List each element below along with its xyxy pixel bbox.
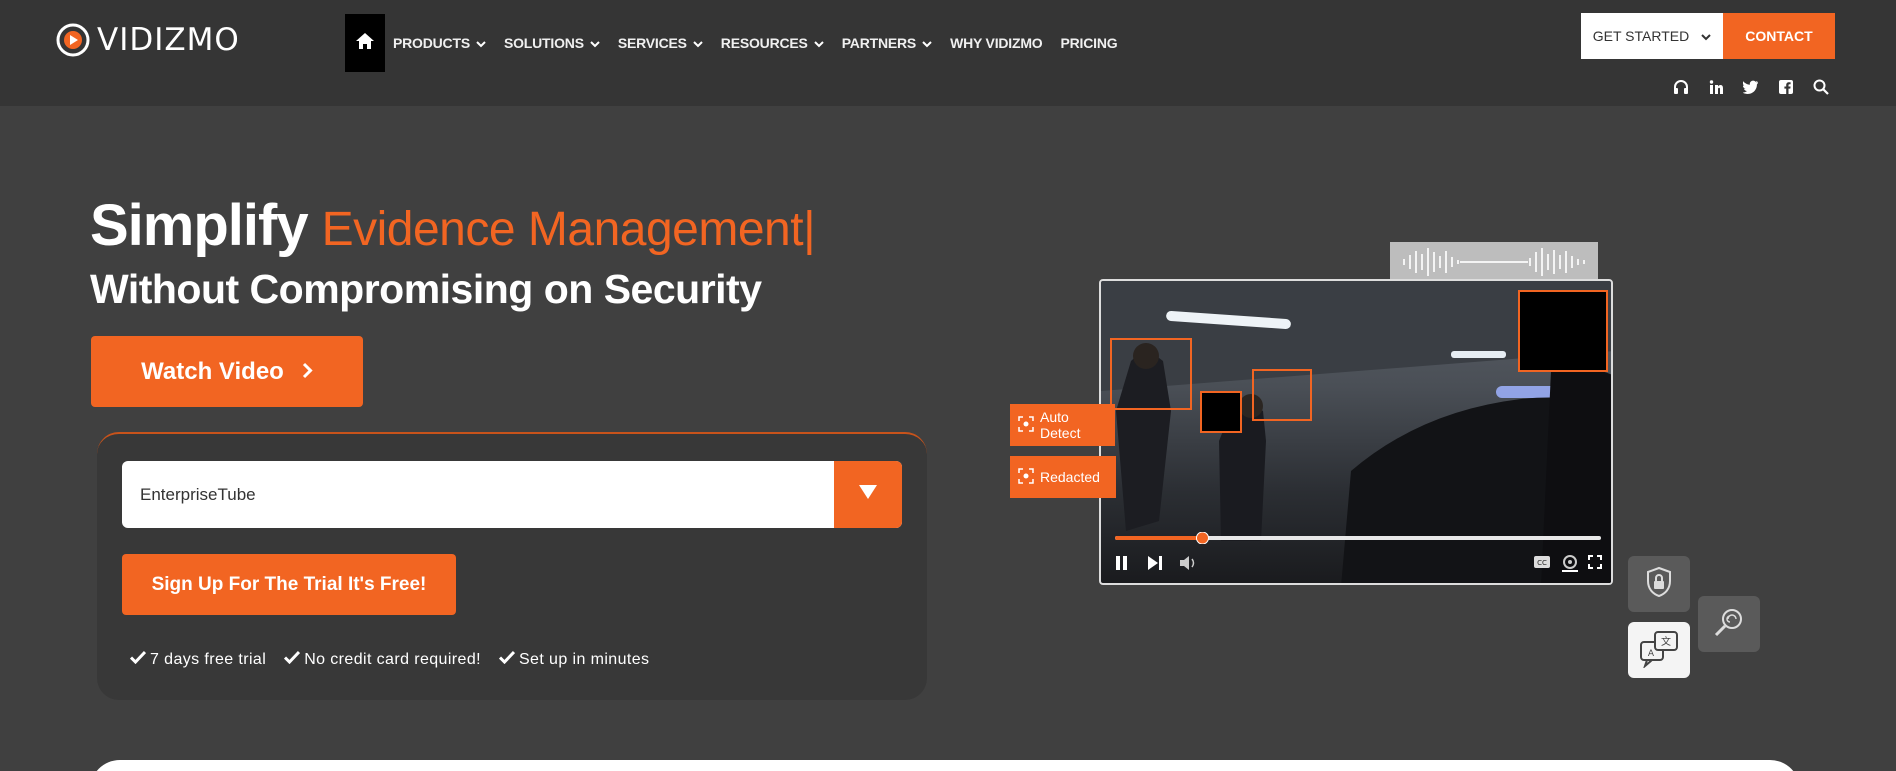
home-icon bbox=[355, 32, 375, 55]
hero-title: Simplify Evidence Management| bbox=[90, 192, 816, 259]
pause-icon[interactable] bbox=[1115, 555, 1129, 576]
fullscreen-icon[interactable] bbox=[1588, 555, 1602, 574]
vidizmo-logo[interactable]: VIDIZMO bbox=[55, 20, 240, 60]
hero-title-accent: Evidence Management| bbox=[321, 203, 816, 256]
nav-services[interactable]: SERVICES bbox=[618, 35, 703, 51]
svg-text:A: A bbox=[1648, 649, 1655, 659]
signup-trial-button[interactable]: Sign Up For The Trial It's Free! bbox=[122, 554, 456, 615]
svg-text:CC: CC bbox=[1537, 559, 1547, 567]
shield-lock-icon bbox=[1639, 562, 1679, 607]
auto-detect-tag: Auto Detect bbox=[1010, 404, 1115, 446]
caret-down-icon bbox=[858, 484, 878, 505]
main-nav: PRODUCTS SOLUTIONS SERVICES RESOURCES PA… bbox=[345, 14, 1135, 72]
facebook-icon[interactable] bbox=[1777, 78, 1795, 96]
translate-icon: 文A bbox=[1637, 628, 1681, 673]
check-icon bbox=[498, 650, 516, 669]
fingerprint-search-icon bbox=[1709, 602, 1749, 647]
trial-features: 7 days free trial No credit card require… bbox=[129, 650, 649, 669]
headset-icon[interactable] bbox=[1672, 78, 1690, 96]
next-section-panel bbox=[90, 760, 1800, 771]
next-icon[interactable] bbox=[1147, 555, 1163, 576]
twitter-icon[interactable] bbox=[1742, 78, 1760, 96]
chevron-down-icon bbox=[1701, 28, 1711, 44]
nav-why-vidizmo[interactable]: WHY VIDIZMO bbox=[950, 35, 1043, 51]
chevron-down-icon bbox=[813, 35, 824, 51]
chevron-down-icon bbox=[590, 35, 600, 51]
linkedin-icon[interactable] bbox=[1707, 78, 1725, 96]
watch-video-button[interactable]: Watch Video bbox=[91, 336, 363, 407]
hero-subtitle: Without Compromising on Security bbox=[90, 266, 762, 312]
redact-frame-icon bbox=[1018, 467, 1034, 487]
nav-home-button[interactable] bbox=[345, 14, 385, 72]
settings-icon[interactable] bbox=[1562, 554, 1578, 577]
translation-tile: 文A bbox=[1628, 622, 1690, 678]
logo-mark-icon bbox=[55, 22, 91, 58]
security-shield-tile bbox=[1628, 556, 1690, 612]
chevron-right-icon bbox=[302, 358, 313, 386]
product-select[interactable]: EnterpriseTube bbox=[122, 461, 902, 528]
captions-icon[interactable]: CC bbox=[1533, 555, 1551, 574]
product-select-toggle[interactable] bbox=[834, 461, 902, 528]
hero-title-lead: Simplify bbox=[90, 193, 309, 258]
redaction-video-player[interactable]: CC bbox=[1099, 279, 1613, 585]
feature-item: Set up in minutes bbox=[498, 650, 649, 669]
check-icon bbox=[284, 650, 301, 669]
feature-item: No credit card required! bbox=[284, 650, 481, 669]
fingerprint-search-tile bbox=[1698, 596, 1760, 652]
volume-icon[interactable] bbox=[1179, 555, 1197, 576]
check-icon bbox=[129, 650, 147, 669]
chevron-down-icon bbox=[922, 35, 932, 51]
search-icon[interactable] bbox=[1812, 78, 1830, 96]
get-started-dropdown[interactable]: GET STARTED bbox=[1581, 13, 1723, 59]
chevron-down-icon bbox=[693, 35, 703, 51]
nav-products[interactable]: PRODUCTS bbox=[393, 35, 486, 51]
product-select-value: EnterpriseTube bbox=[140, 485, 256, 504]
detect-frame-icon bbox=[1018, 415, 1034, 435]
nav-partners[interactable]: PARTNERS bbox=[842, 35, 932, 51]
svg-text:文: 文 bbox=[1661, 635, 1671, 648]
nav-pricing[interactable]: PRICING bbox=[1061, 35, 1118, 51]
social-links bbox=[1672, 78, 1830, 96]
nav-resources[interactable]: RESOURCES bbox=[721, 35, 824, 51]
redacted-tag: Redacted bbox=[1010, 456, 1116, 498]
feature-item: 7 days free trial bbox=[129, 650, 266, 669]
logo-text: VIDIZMO bbox=[97, 22, 240, 58]
contact-button[interactable]: CONTACT bbox=[1723, 13, 1835, 59]
signup-card: EnterpriseTube Sign Up For The Trial It'… bbox=[97, 432, 927, 700]
chevron-down-icon bbox=[476, 35, 486, 51]
site-header: VIDIZMO PRODUCTS SOLUTIONS SERVICES RESO… bbox=[0, 0, 1896, 106]
video-progress-bar[interactable] bbox=[1115, 532, 1601, 544]
nav-solutions[interactable]: SOLUTIONS bbox=[504, 35, 600, 51]
audio-waveform bbox=[1390, 242, 1598, 282]
